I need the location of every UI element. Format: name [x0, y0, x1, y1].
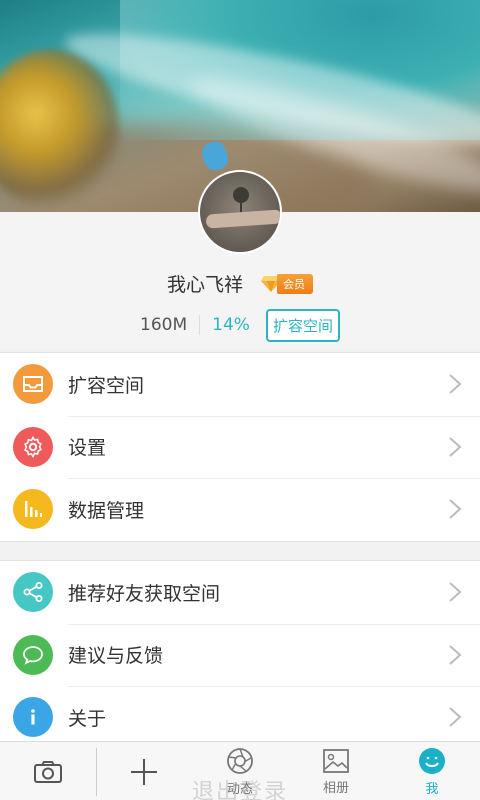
menu-item-settings[interactable]: 设置: [0, 415, 480, 479]
tab-me[interactable]: 我: [384, 742, 480, 800]
chevron-right-icon: [449, 374, 462, 394]
menu-item-label: 关于: [68, 707, 107, 730]
menu-item-feedback[interactable]: 建议与反馈: [0, 623, 480, 687]
vip-badge[interactable]: 会员: [261, 273, 314, 294]
chevron-right-icon: [449, 707, 462, 727]
menu-item-invite-friends[interactable]: 推荐好友获取空间: [0, 561, 480, 624]
info-icon: [13, 697, 53, 738]
share-icon: [13, 572, 53, 613]
chat-bubble-icon: [13, 634, 53, 675]
bottom-tab-bar: 动态 相册 我: [0, 741, 480, 800]
menu-item-expand-storage[interactable]: 扩容空间: [0, 353, 480, 416]
camera-icon: [34, 760, 62, 783]
avatar[interactable]: [198, 170, 282, 254]
chevron-right-icon: [449, 437, 462, 457]
tree-icon: [233, 187, 249, 212]
plus-icon: [131, 758, 157, 785]
gear-icon: [13, 426, 53, 467]
aperture-icon: [227, 747, 253, 774]
username[interactable]: 我心飞祥: [167, 270, 243, 297]
menu-group-account: 扩容空间 设置 数据管理: [0, 352, 480, 542]
tab-camera[interactable]: [0, 742, 96, 800]
menu-item-data-management[interactable]: 数据管理: [0, 478, 480, 541]
tab-label: 动态: [226, 781, 253, 797]
storage-used: 160M: [140, 315, 188, 335]
user-face-icon: [419, 747, 445, 774]
menu-item-label: 数据管理: [68, 499, 145, 522]
menu-item-label: 扩容空间: [68, 374, 145, 397]
menu-item-label: 推荐好友获取空间: [68, 582, 221, 605]
bar-chart-icon: [13, 489, 53, 530]
expand-storage-button[interactable]: 扩容空间: [265, 308, 340, 342]
tab-album[interactable]: 相册: [288, 742, 384, 800]
menu-item-label: 设置: [68, 437, 107, 460]
tab-label: 我: [425, 781, 439, 797]
tab-feed[interactable]: 动态: [192, 742, 288, 800]
storage-stats: 160M 14% 扩容空间: [0, 308, 480, 342]
chevron-right-icon: [449, 499, 462, 519]
chevron-right-icon: [449, 645, 462, 665]
storage-percent: 14%: [212, 315, 250, 335]
username-row: 我心飞祥 会员: [0, 270, 480, 297]
vip-label: 会员: [277, 273, 314, 294]
tray-icon: [13, 364, 53, 405]
photo-icon: [323, 748, 349, 773]
chevron-right-icon: [449, 582, 462, 602]
tab-label: 相册: [322, 780, 349, 796]
menu-item-label: 建议与反馈: [68, 645, 164, 668]
avatar-hand: [205, 209, 280, 229]
tab-add[interactable]: [96, 742, 192, 800]
menu-item-about[interactable]: 关于: [0, 686, 480, 749]
divider: [199, 315, 201, 335]
menu-group-more: 推荐好友获取空间 建议与反馈 关于: [0, 560, 480, 750]
